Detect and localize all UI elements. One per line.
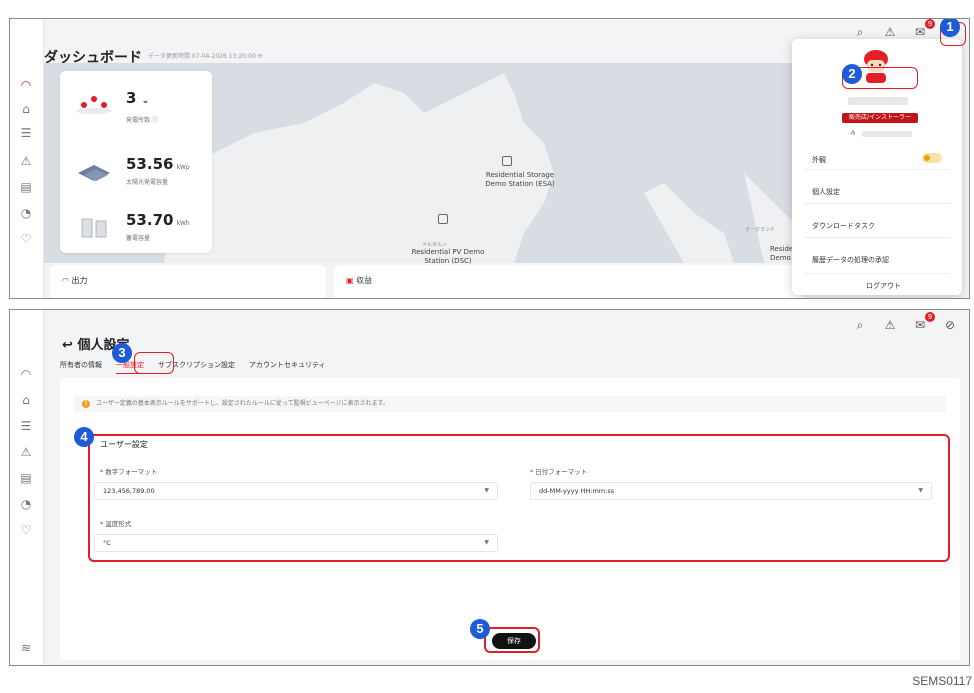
warning-icon: !: [82, 400, 90, 408]
home-icon[interactable]: ⌂: [18, 101, 34, 117]
dashboard-screenshot: ◠ ⌂ ☰ ⚠ ▤ ◔ ♡ ダッシュボード データ更新時間 07-04-2026…: [9, 18, 970, 299]
refresh-icon[interactable]: ⟳: [258, 53, 263, 60]
heart-icon[interactable]: ♡: [18, 522, 34, 538]
map-label-dsc: Residential PV Demo Station (DSC): [411, 248, 485, 265]
revenue-card: ▣ 収益: [334, 265, 804, 298]
gauge-icon[interactable]: ◠: [18, 366, 34, 382]
report-icon[interactable]: ▤: [18, 179, 34, 195]
station-marker-esa[interactable]: [502, 156, 512, 166]
help-icon[interactable]: ⓘ: [152, 117, 158, 124]
search-icon[interactable]: ⌕: [852, 317, 868, 333]
logout-item[interactable]: ログアウト: [866, 281, 901, 291]
devices-icon[interactable]: ☰: [18, 418, 34, 434]
devices-icon[interactable]: ☰: [18, 125, 34, 141]
revenue-icon: ▣: [346, 276, 354, 285]
highlight-general-tab: [134, 352, 174, 374]
gauge-icon[interactable]: ◠: [18, 77, 34, 93]
output-card: ◠ 出力: [50, 265, 326, 298]
alarm-icon[interactable]: ⚠: [18, 444, 34, 460]
station-marker-dsc[interactable]: [438, 214, 448, 224]
map-label-right-small: オークランド: [745, 227, 776, 233]
storage-capacity-stat: 53.70 kWh 蓄電容量: [60, 197, 212, 253]
station-pins-icon: [76, 96, 112, 114]
highlight-user-settings: [88, 434, 950, 562]
personal-settings-screenshot: ◠ ⌂ ☰ ⚠ ▤ ◔ ♡ ≋ ⌕ ⚠ ✉ 9 ⊘ ↩ 個人設定 所有者の情報 一…: [9, 309, 970, 666]
callout-5: 5: [470, 619, 490, 639]
alarm-icon[interactable]: ⚠: [882, 317, 898, 333]
sidebar: ◠ ⌂ ☰ ⚠ ▤ ◔ ♡ ≋: [10, 310, 44, 665]
topbar: ⌕ ⚠ ✉9 ⊘: [852, 312, 969, 334]
solar-panel-icon: [78, 165, 110, 181]
back-icon[interactable]: ↩: [62, 338, 73, 353]
tab-account-security[interactable]: アカウントセキュリティ: [249, 360, 326, 374]
appearance-item: 外観: [812, 156, 826, 164]
notification-badge: 9: [925, 19, 935, 29]
theme-toggle[interactable]: [922, 153, 942, 163]
callout-1: 1: [940, 19, 960, 37]
personal-settings-item[interactable]: 個人設定: [812, 187, 840, 197]
alarm-icon[interactable]: ⚠: [882, 24, 898, 40]
org-icon: ⋔: [850, 129, 856, 137]
chevron-down-icon[interactable]: ⌄: [142, 96, 150, 106]
clock-icon[interactable]: ◔: [18, 496, 34, 512]
collapse-icon[interactable]: ≋: [18, 640, 34, 656]
heart-icon[interactable]: ♡: [18, 231, 34, 247]
figure-code: SEMS0117: [912, 674, 972, 688]
info-notice: ! ユーザー定義の基本表示ルールをサポートし、設定されたルールに従って監視ビュー…: [74, 396, 946, 412]
pv-capacity-stat: 53.56 kWp 太陽光発電容量: [60, 141, 212, 197]
gauge-icon: ◠: [62, 276, 69, 285]
download-task-item[interactable]: ダウンロードタスク: [812, 221, 875, 231]
clock-icon[interactable]: ◔: [18, 205, 34, 221]
settings-tabs: 所有者の情報 一般設定 サブスクリプション設定 アカウントセキュリティ: [60, 360, 326, 374]
callout-3: 3: [112, 343, 132, 363]
update-time: データ更新時間 07-04-2026 13:20:00 ⟳: [148, 53, 263, 60]
org-name-redacted: [862, 131, 912, 137]
username-redacted: [848, 97, 908, 105]
notification-badge: 9: [925, 312, 935, 322]
sidebar: ◠ ⌂ ☰ ⚠ ▤ ◔ ♡: [10, 19, 44, 298]
callout-4: 4: [74, 427, 94, 447]
map-label-esa: Residential Storage Demo Station (ESA): [485, 171, 555, 188]
battery-icon: [81, 218, 107, 238]
station-count-stat[interactable]: 3 ⌄ 発電所数 ⓘ: [60, 77, 212, 133]
history-approval-item[interactable]: 履歴データの処理の承認: [812, 255, 889, 265]
report-icon[interactable]: ▤: [18, 470, 34, 486]
alarm-icon[interactable]: ⚠: [18, 153, 34, 169]
settings-icon[interactable]: ⊘: [942, 317, 958, 333]
message-icon[interactable]: ✉ 9: [912, 19, 935, 40]
message-icon[interactable]: ✉ 9: [912, 312, 935, 333]
search-icon[interactable]: ⌕: [852, 24, 868, 40]
callout-2: 2: [842, 64, 862, 84]
home-icon[interactable]: ⌂: [18, 392, 34, 408]
highlight-save-button: [484, 627, 540, 653]
stats-card: 3 ⌄ 発電所数 ⓘ 53.56 kWp 太陽光発電容量 53.70 kWh 蓄電容…: [60, 71, 212, 253]
tab-owner-info[interactable]: 所有者の情報: [60, 360, 102, 374]
role-badge: 販売店/インストーラー: [842, 113, 918, 123]
